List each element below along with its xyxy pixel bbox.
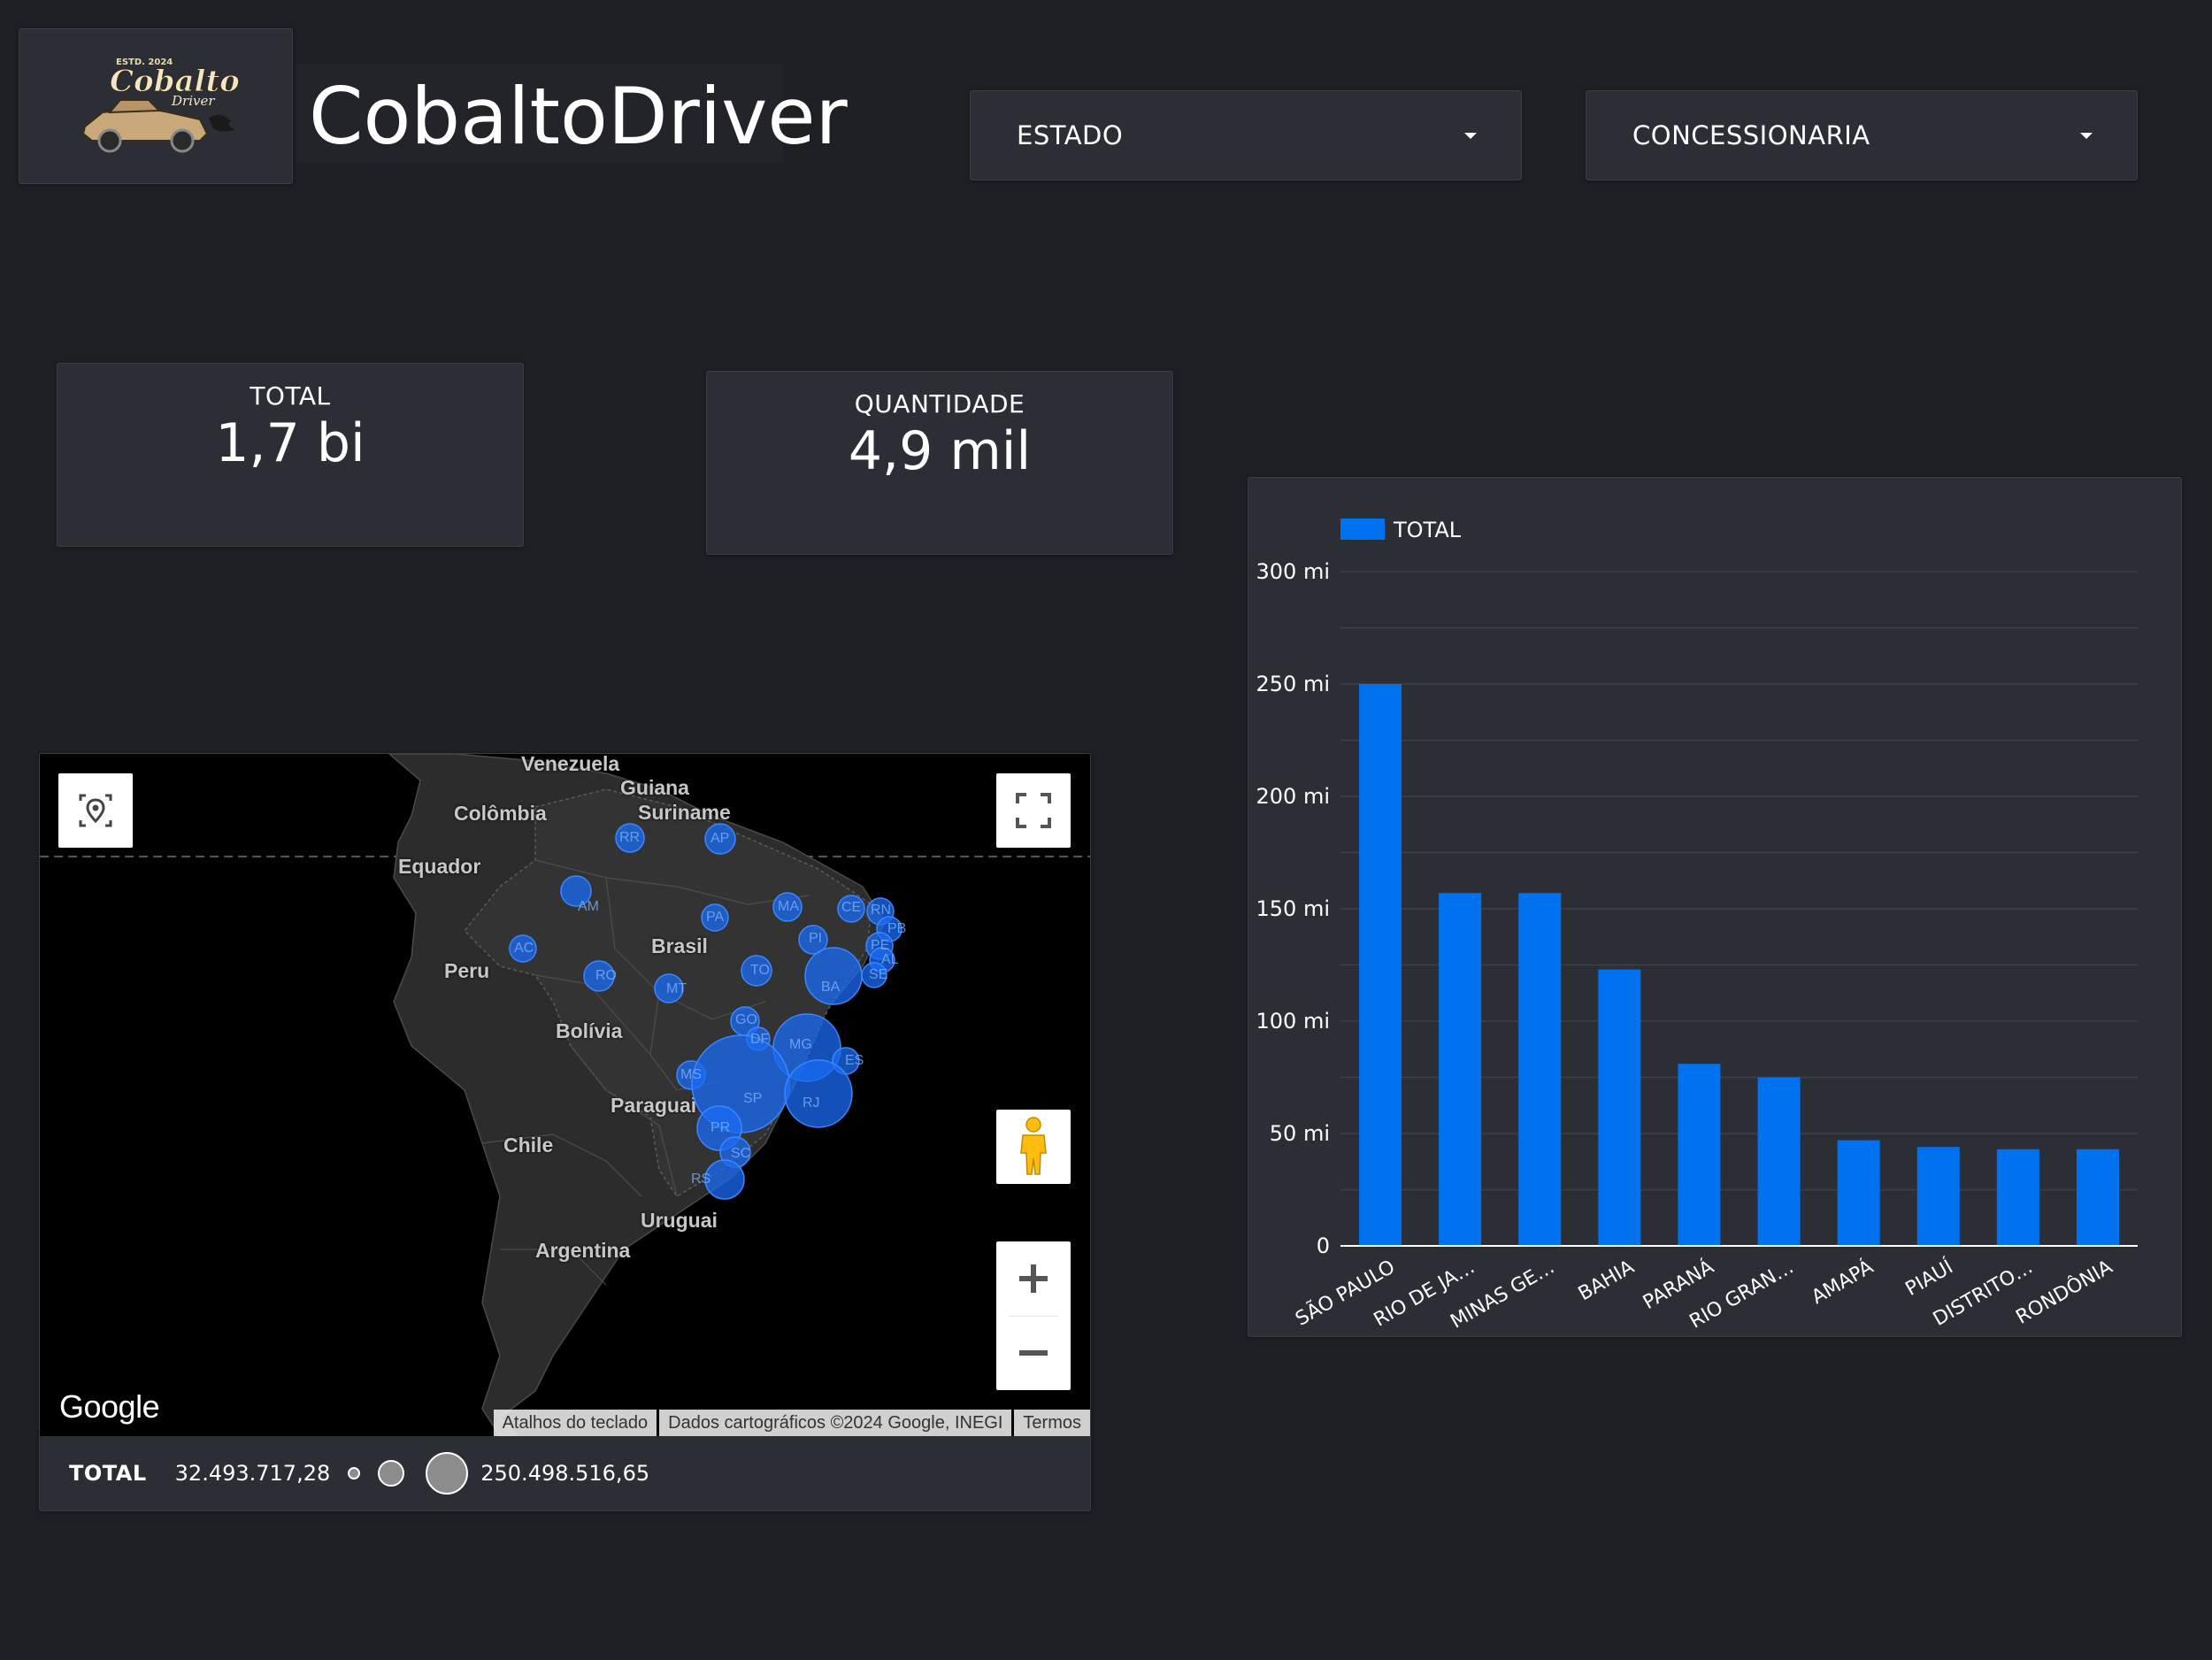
- state-code-se: SE: [869, 967, 888, 982]
- bubble-rj[interactable]: [784, 1059, 853, 1128]
- kpi-quantidade-label: QUANTIDADE: [854, 389, 1025, 419]
- concessionaria-dropdown-label: CONCESSIONARIA: [1632, 120, 1870, 150]
- concessionaria-dropdown[interactable]: CONCESSIONARIA: [1586, 90, 2138, 181]
- zoom-in-button[interactable]: [996, 1241, 1071, 1316]
- my-location-button[interactable]: [58, 773, 133, 848]
- bar-chart: TOTAL 0 50 mi 100 mi 150 mi 200 mi 250 mi 300 m…: [1256, 518, 2138, 1333]
- bar: [1916, 1147, 1960, 1246]
- fullscreen-icon: [1016, 793, 1051, 828]
- bubble-ba[interactable]: [804, 947, 863, 1005]
- state-code-rj: RJ: [803, 1095, 820, 1111]
- state-code-ms: MS: [680, 1067, 702, 1082]
- kpi-total-value: 1,7 bi: [215, 412, 365, 474]
- state-code-pr: PR: [710, 1120, 731, 1135]
- state-code-ap: AP: [710, 831, 730, 846]
- state-code-ce: CE: [841, 900, 862, 915]
- fullscreen-button[interactable]: [996, 773, 1071, 848]
- caret-down-icon: [1464, 132, 1477, 139]
- kpi-quantidade-value: 4,9 mil: [848, 420, 1032, 482]
- legend-small-circle: [348, 1467, 361, 1479]
- bubble-rs[interactable]: [704, 1159, 745, 1200]
- zoom-control: [996, 1241, 1071, 1390]
- bar: [1678, 1064, 1721, 1246]
- state-code-ba: BA: [821, 980, 841, 995]
- bar-chart-card: TOTAL 0 50 mi 100 mi 150 mi 200 mi 250 mi 300 m…: [1248, 477, 2182, 1337]
- state-code-mt: MT: [666, 981, 687, 996]
- bar: [1598, 969, 1641, 1246]
- state-code-am: AM: [578, 899, 599, 914]
- bar: [1996, 1149, 2039, 1246]
- logo-card: ESTD. 2024 Cobalto Driver: [19, 28, 293, 184]
- car-logo-icon: ESTD. 2024 Cobalto Driver: [81, 58, 240, 153]
- state-code-ro: RO: [595, 968, 617, 983]
- y-tick-label: 300 mi: [1256, 559, 1330, 584]
- y-tick-label: 250 mi: [1256, 672, 1330, 696]
- keyboard-shortcuts-link[interactable]: Atalhos do teclado: [493, 1410, 657, 1436]
- zoom-out-button[interactable]: [996, 1316, 1071, 1390]
- y-tick-label: 150 mi: [1256, 896, 1330, 921]
- plus-icon: [1019, 1264, 1048, 1293]
- legend-min-value: 32.493.717,28: [174, 1461, 331, 1486]
- state-code-al: AL: [881, 952, 899, 967]
- state-code-rn: RN: [871, 903, 892, 918]
- caret-down-icon: [2080, 132, 2093, 139]
- state-code-ac: AC: [514, 941, 534, 956]
- y-tick-label: 50 mi: [1270, 1121, 1330, 1146]
- street-view-pegman-button[interactable]: [996, 1110, 1071, 1184]
- state-code-mg: MG: [789, 1037, 812, 1052]
- estado-dropdown-label: ESTADO: [1017, 120, 1124, 150]
- bar: [1757, 1077, 1801, 1246]
- state-code-pa: PA: [706, 910, 725, 925]
- kpi-quantidade-card: QUANTIDADE 4,9 mil: [706, 371, 1173, 555]
- legend-large-circle: [426, 1452, 469, 1495]
- map-attribution: Atalhos do teclado Dados cartográficos ©…: [491, 1410, 1090, 1436]
- kpi-total-card: TOTAL 1,7 bi: [57, 363, 524, 547]
- map-size-legend: TOTAL 32.493.717,28 250.498.516,65: [40, 1436, 1090, 1510]
- legend-max-value: 250.498.516,65: [480, 1461, 650, 1486]
- legend-swatch: [1340, 519, 1385, 540]
- bubble-map-card: Venezuela Guiana Suriname Colômbia Equad…: [39, 753, 1091, 1511]
- kpi-total-label: TOTAL: [250, 381, 331, 411]
- bar: [2076, 1149, 2119, 1246]
- app-title: CobaltoDriver: [309, 71, 848, 162]
- pegman-icon: [1020, 1117, 1047, 1175]
- y-tick-label: 200 mi: [1256, 784, 1330, 809]
- legend-medium-circle: [378, 1460, 405, 1487]
- bar: [1518, 893, 1562, 1246]
- x-tick-label: BAHIA: [1575, 1257, 1639, 1306]
- bar: [1359, 684, 1402, 1246]
- state-code-rr: RR: [619, 830, 641, 845]
- state-code-sc: SC: [731, 1146, 751, 1161]
- state-code-go: GO: [735, 1012, 757, 1027]
- bar: [1439, 893, 1482, 1246]
- y-tick-label: 100 mi: [1256, 1009, 1330, 1034]
- legend-title: TOTAL: [69, 1461, 147, 1486]
- state-code-ma: MA: [778, 899, 799, 914]
- y-tick-label: 0: [1317, 1233, 1330, 1258]
- minus-icon: [1019, 1350, 1048, 1356]
- state-code-pi: PI: [809, 931, 823, 946]
- bubble-layer: [509, 823, 902, 1200]
- google-logo: Google: [59, 1388, 160, 1425]
- state-code-to: TO: [750, 963, 770, 978]
- state-code-pb: PB: [887, 921, 907, 936]
- map-data-attribution: Dados cartográficos ©2024 Google, INEGI: [659, 1410, 1012, 1436]
- state-code-es: ES: [845, 1053, 864, 1068]
- bar: [1837, 1140, 1880, 1246]
- logo-sub-text: Driver: [171, 93, 215, 109]
- state-code-df: DF: [750, 1032, 770, 1047]
- estado-dropdown[interactable]: ESTADO: [970, 90, 1522, 181]
- location-pin-icon: [79, 794, 112, 827]
- x-tick-label: PIAUÍ: [1901, 1256, 1957, 1301]
- terms-link[interactable]: Termos: [1014, 1410, 1090, 1436]
- legend-label: TOTAL: [1393, 518, 1462, 542]
- x-tick-label: AMAPÁ: [1808, 1256, 1878, 1310]
- map-canvas[interactable]: Venezuela Guiana Suriname Colômbia Equad…: [40, 754, 1090, 1436]
- state-code-rs: RS: [691, 1172, 711, 1187]
- state-code-sp: SP: [743, 1091, 763, 1106]
